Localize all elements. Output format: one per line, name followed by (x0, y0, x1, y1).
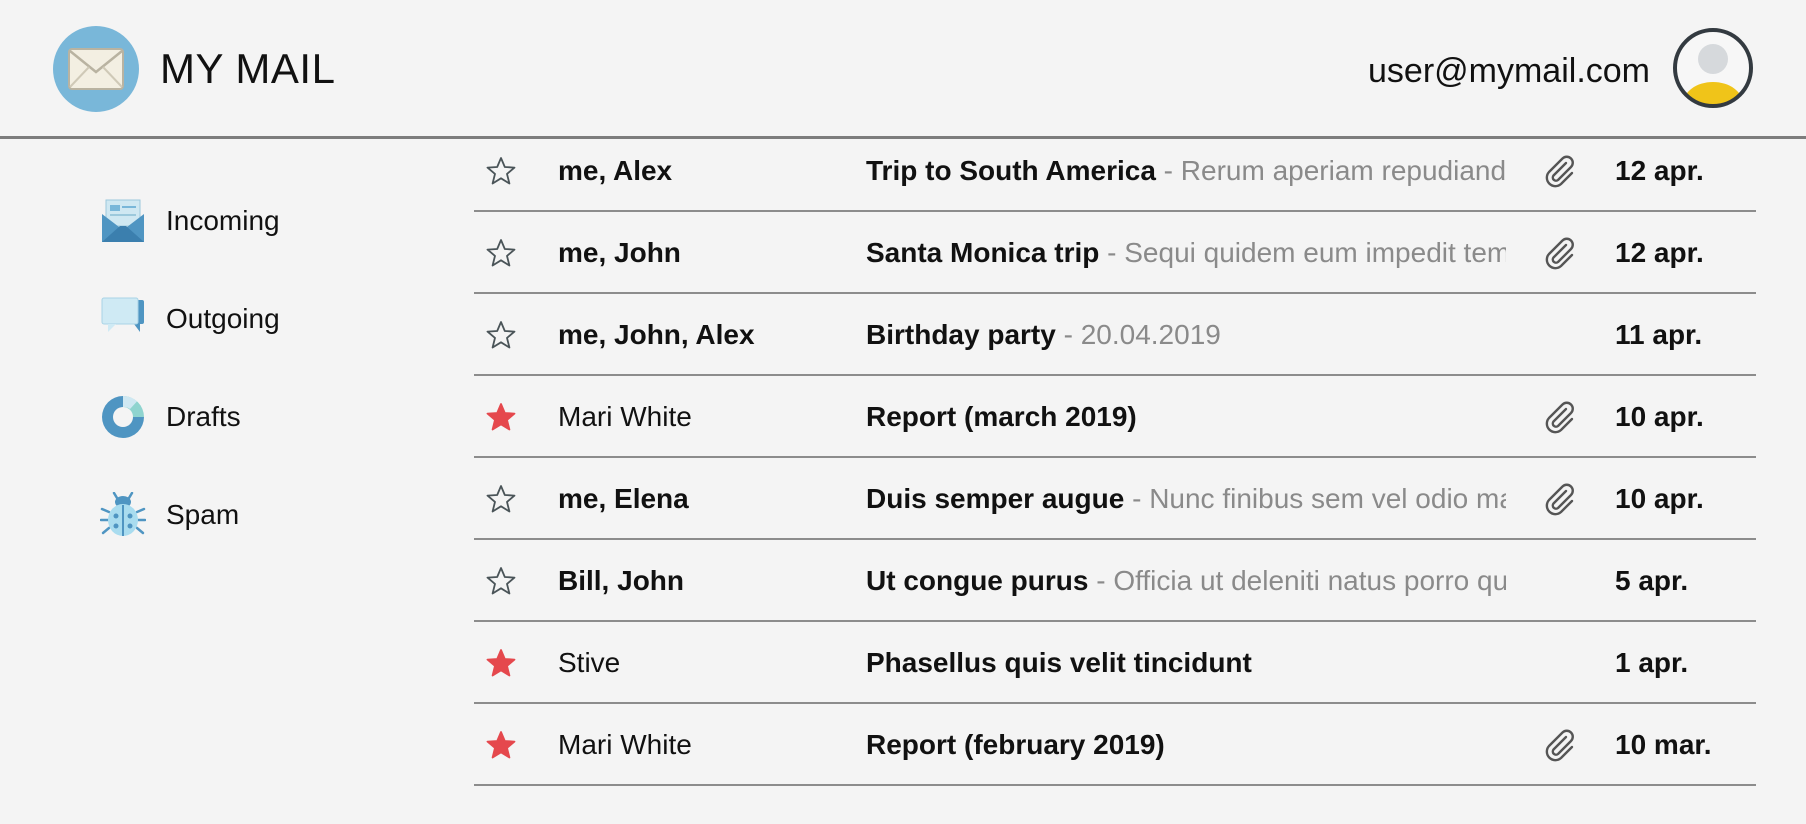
star-filled-icon[interactable] (486, 402, 516, 432)
mail-subject-line: Ut congue purus - Officia ut deleniti na… (866, 564, 1506, 598)
app-title: MY MAIL (160, 45, 336, 92)
mail-preview: - 20.04.2019 (1055, 319, 1221, 350)
star-outline-icon[interactable] (486, 484, 516, 514)
user-avatar-icon[interactable] (1671, 26, 1755, 110)
paperclip-icon (1542, 236, 1576, 270)
mail-preview: - Nunc finibus sem vel odio mattis (1132, 483, 1506, 514)
mail-subject: Report (february 2019) (866, 729, 1165, 760)
mail-subject: Phasellus quis velit tincidunt (866, 647, 1252, 678)
sidebar-item-drafts[interactable]: Drafts (100, 390, 430, 440)
mail-row[interactable]: Stive Phasellus quis velit tincidunt 1 a… (474, 622, 1756, 704)
mail-row[interactable]: Bill, John Ut congue purus - Officia ut … (474, 540, 1756, 622)
mail-preview: - Sequi quidem eum impedit tempora (1107, 237, 1506, 268)
mail-subject-line: Report (march 2019) (866, 400, 1506, 434)
mail-list: me, Alex Trip to South America - Rerum a… (474, 130, 1756, 786)
paperclip-icon (1542, 728, 1576, 762)
paperclip-icon (1542, 400, 1576, 434)
mail-subject-line: Trip to South America - Rerum aperiam re… (866, 154, 1506, 188)
mail-subject-line: Duis semper augue - Nunc finibus sem vel… (866, 482, 1506, 516)
star-filled-icon[interactable] (486, 730, 516, 760)
mail-sender: me, Alex (558, 155, 673, 186)
mail-subject: Duis semper augue (866, 483, 1125, 514)
sidebar-item-incoming[interactable]: Incoming (100, 194, 430, 244)
mail-row[interactable]: me, John Santa Monica trip - Sequi quide… (474, 212, 1756, 294)
star-outline-icon[interactable] (486, 566, 516, 596)
mail-subject: Trip to South America (866, 155, 1156, 186)
mail-row[interactable]: me, Alex Trip to South America - Rerum a… (474, 130, 1756, 212)
mail-date: 12 apr. (1615, 155, 1704, 186)
mail-subject: Santa Monica trip (866, 237, 1100, 268)
mail-date: 11 apr. (1615, 319, 1703, 350)
donut-chart-icon (100, 394, 146, 440)
sidebar-item-outgoing[interactable]: Outgoing (100, 292, 430, 342)
sidebar-item-label: Spam (166, 499, 240, 530)
sidebar-item-label: Drafts (166, 401, 241, 432)
mail-sender: me, John (558, 237, 681, 268)
mail-subject-line: Phasellus quis velit tincidunt (866, 646, 1506, 680)
sidebar-item-spam[interactable]: Spam (99, 488, 430, 538)
mail-date: 5 apr. (1615, 565, 1689, 596)
mail-sender: me, John, Alex (558, 319, 755, 350)
star-outline-icon[interactable] (486, 238, 516, 268)
chat-bubbles-icon (100, 296, 146, 342)
mail-sender: Mari White (558, 729, 692, 760)
inbox-envelope-icon (100, 198, 146, 244)
mail-subject-line: Report (february 2019) (866, 728, 1506, 762)
mail-subject: Ut congue purus (866, 565, 1089, 596)
star-filled-icon[interactable] (486, 648, 516, 678)
mail-date: 10 mar. (1615, 729, 1712, 760)
mail-sender: Stive (558, 647, 621, 678)
bug-icon (99, 491, 147, 538)
mail-date: 10 apr. (1615, 401, 1704, 432)
mail-sender: me, Elena (558, 483, 689, 514)
mail-subject-line: Santa Monica trip - Sequi quidem eum imp… (866, 236, 1506, 270)
mail-sender: Bill, John (558, 565, 684, 596)
mail-preview: - Officia ut deleniti natus porro quia (1088, 565, 1506, 596)
sidebar-item-label: Outgoing (166, 303, 280, 334)
mail-subject: Report (march 2019) (866, 401, 1137, 432)
app-header: MY MAIL user@mymail.com (0, 0, 1806, 139)
star-outline-icon[interactable] (486, 156, 516, 186)
user-email[interactable]: user@mymail.com (1368, 51, 1650, 91)
mail-date: 10 apr. (1615, 483, 1704, 514)
envelope-icon[interactable] (53, 26, 139, 112)
mail-row[interactable]: Mari White Report (march 2019) 10 apr. (474, 376, 1756, 458)
mail-subject: Birthday party (866, 319, 1056, 350)
paperclip-icon (1542, 482, 1576, 516)
paperclip-icon (1542, 154, 1576, 188)
mail-preview: - Rerum aperiam repudiandae (1155, 155, 1506, 186)
mail-date: 12 apr. (1615, 237, 1704, 268)
star-outline-icon[interactable] (486, 320, 516, 350)
mail-subject-line: Birthday party - 20.04.2019 (866, 318, 1506, 352)
mail-row[interactable]: me, Elena Duis semper augue - Nunc finib… (474, 458, 1756, 540)
mail-row[interactable]: Mari White Report (february 2019) 10 mar… (474, 704, 1756, 786)
sidebar-item-label: Incoming (166, 205, 280, 236)
mail-date: 1 apr. (1615, 647, 1689, 678)
mail-row[interactable]: me, John, Alex Birthday party - 20.04.20… (474, 294, 1756, 376)
mail-sender: Mari White (558, 401, 692, 432)
